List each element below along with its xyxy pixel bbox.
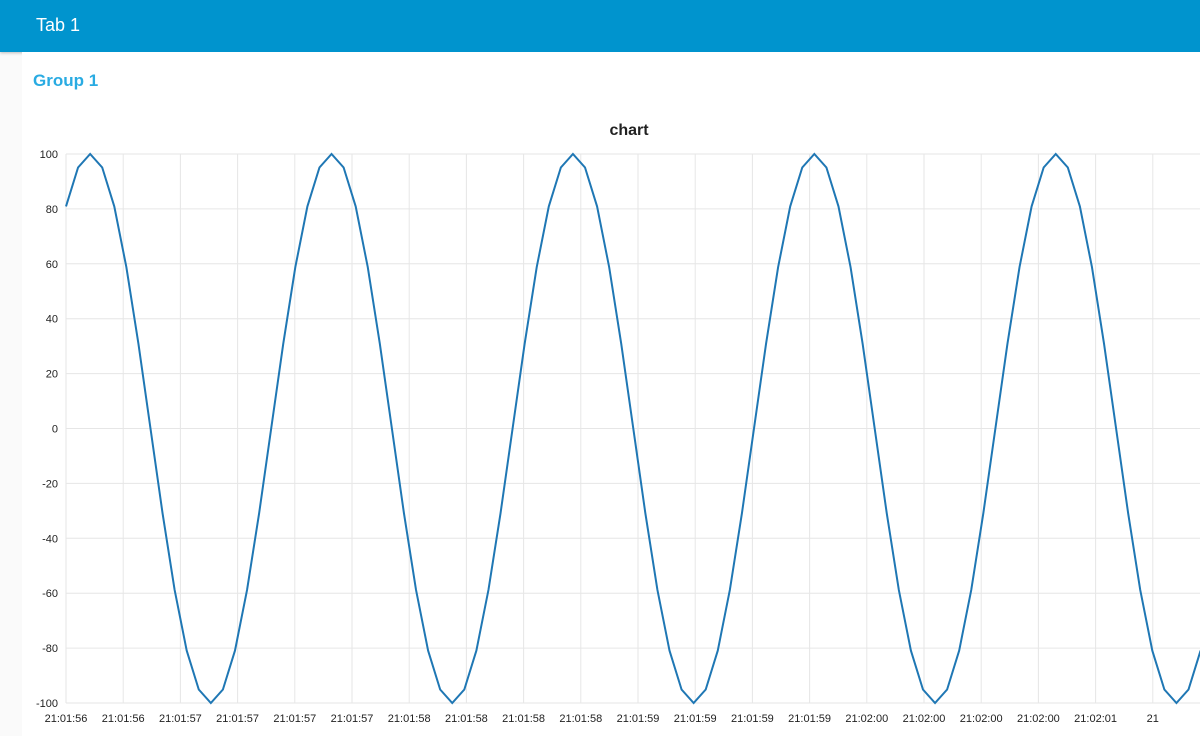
tab-title: Tab 1 bbox=[36, 15, 81, 35]
x-tick-label: 21:01:58 bbox=[559, 713, 602, 725]
x-tick-label: 21:01:58 bbox=[388, 713, 431, 725]
y-tick-label: -80 bbox=[42, 643, 58, 655]
x-tick-label: 21:02:00 bbox=[960, 713, 1003, 725]
line-chart: chart 100 80 60 40 20 0 -20 -40 -60 -80 -100 21:01… bbox=[36, 122, 1200, 725]
x-tick-label: 21:02:00 bbox=[1017, 713, 1060, 725]
y-tick-label: 0 bbox=[52, 424, 58, 436]
x-tick-label: 21:01:58 bbox=[445, 713, 488, 725]
x-tick-label: 21:01:56 bbox=[45, 713, 88, 725]
x-tick-label: 21:02:00 bbox=[845, 713, 888, 725]
y-axis-ticks: 100 80 60 40 20 0 -20 -40 -60 -80 -100 bbox=[36, 149, 58, 710]
x-tick-label: 21 bbox=[1147, 713, 1159, 725]
x-tick-label: 21:01:57 bbox=[331, 713, 374, 725]
x-tick-label: 21:01:57 bbox=[216, 713, 259, 725]
x-tick-label: 21:01:56 bbox=[102, 713, 145, 725]
y-tick-label: 40 bbox=[46, 314, 58, 326]
y-tick-label: 100 bbox=[40, 149, 58, 161]
x-tick-label: 21:01:59 bbox=[674, 713, 717, 725]
y-tick-label: -100 bbox=[36, 698, 58, 710]
y-tick-label: -60 bbox=[42, 588, 58, 600]
x-tick-label: 21:01:59 bbox=[731, 713, 774, 725]
x-tick-label: 21:01:59 bbox=[617, 713, 660, 725]
x-tick-label: 21:02:00 bbox=[903, 713, 946, 725]
y-tick-label: 80 bbox=[46, 204, 58, 216]
header-bar: Tab 1 bbox=[0, 0, 1200, 52]
y-tick-label: -40 bbox=[42, 533, 58, 545]
y-tick-label: 60 bbox=[46, 259, 58, 271]
y-tick-label: -20 bbox=[42, 478, 58, 490]
x-tick-label: 21:01:59 bbox=[788, 713, 831, 725]
chart-title: chart bbox=[609, 122, 649, 139]
x-axis-ticks: 21:01:56 21:01:56 21:01:57 21:01:57 21:01:57… bbox=[45, 713, 1159, 725]
x-tick-label: 21:01:57 bbox=[273, 713, 316, 725]
x-tick-label: 21:01:57 bbox=[159, 713, 202, 725]
x-tick-label: 21:01:58 bbox=[502, 713, 545, 725]
x-tick-label: 21:02:01 bbox=[1074, 713, 1117, 725]
y-tick-label: 20 bbox=[46, 369, 58, 381]
